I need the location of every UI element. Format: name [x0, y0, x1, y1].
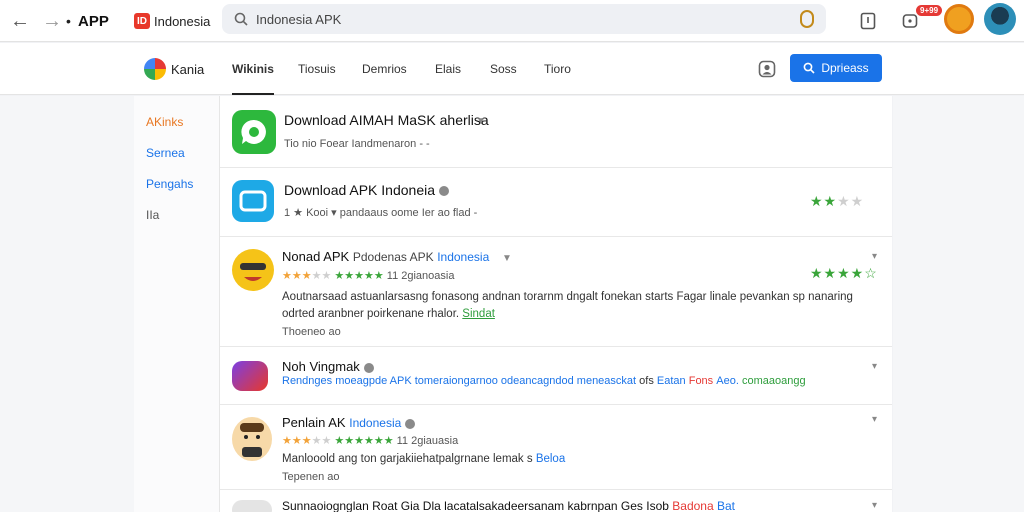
more-options-icon[interactable]: ▾ [872, 500, 877, 511]
app-title[interactable]: Nonad APK Pdodenas APK Indonesia [282, 249, 489, 264]
chat-app-icon [232, 110, 276, 154]
info-icon[interactable] [439, 186, 449, 197]
list-item[interactable]: Noh Vingmak Rendnges moeagpde APK tomera… [220, 347, 892, 405]
app-rating-line: ★★★★★ ★★★★★★ 11 2giauasia [282, 435, 459, 447]
notifications-button[interactable] [902, 0, 918, 42]
list-item[interactable]: Nonad APK Pdodenas APK Indonesia ▼ ★★★★★… [220, 237, 892, 347]
info-icon[interactable] [405, 418, 416, 429]
results-list: Download AIMAH MaSK aherlisa ▼ Tio nio F… [220, 96, 892, 512]
rewards-coin-icon[interactable] [944, 4, 974, 34]
tab-elais[interactable]: Elais [435, 43, 461, 95]
site-navbar: Kania Wikinis Tiosuis Demrios Elais Soss… [0, 43, 1024, 95]
download-button-label: Dprieass [821, 61, 869, 75]
app-title[interactable]: Download AIMAH MaSK aherlisa [284, 112, 489, 128]
tab-wikinis[interactable]: Wikinis [232, 43, 274, 95]
partial-app-icon [232, 500, 272, 512]
brand-logo-icon[interactable] [144, 58, 166, 80]
tab-tioro[interactable]: Tioro [544, 43, 571, 95]
brand-name[interactable]: Kania [171, 62, 204, 77]
download-button[interactable]: Dprieass [790, 54, 882, 82]
list-item[interactable]: Penlain AK Indonesia ★★★★★ ★★★★★★ 11 2gi… [220, 405, 892, 490]
site-logo: ID [134, 13, 150, 29]
more-options-icon[interactable]: ▾ [872, 251, 877, 262]
list-item[interactable]: Download APK Indoneia 1 ★ Kooi ▾ pandaau… [220, 168, 892, 237]
notifications-icon [902, 14, 918, 28]
search-input[interactable] [256, 11, 800, 27]
search-icon [234, 12, 248, 26]
app-rating-line: ★★★★★ ★★★★★ 11 2gianoasia [282, 270, 455, 282]
more-options-icon[interactable]: ▾ [872, 361, 877, 372]
account-icon[interactable] [758, 60, 776, 78]
search-bar[interactable] [222, 4, 826, 34]
app-title[interactable]: Download APK Indoneia [284, 182, 449, 198]
page-margin-left [0, 96, 134, 512]
chevron-down-icon[interactable]: ▼ [502, 253, 512, 264]
rating-stars: ★★★★ [810, 193, 865, 209]
vingmak-app-icon [232, 361, 268, 391]
avatar[interactable] [984, 3, 1016, 35]
sidebar-item-akinks[interactable]: AKinks [146, 115, 183, 129]
page-margin-right [893, 96, 1024, 512]
tab-demrios[interactable]: Demrios [362, 43, 407, 95]
app-meta: Thoeneo ao [282, 326, 341, 338]
dot-separator: • [66, 13, 71, 29]
mic-icon[interactable] [800, 10, 814, 28]
more-options-icon[interactable]: ▾ [872, 414, 877, 425]
app-title[interactable]: Noh Vingmak [282, 359, 374, 374]
bookmark-icon [860, 12, 876, 30]
app-subtitle: Tio nio Foear Iandmenaron - - [284, 138, 430, 150]
category-sidebar: AKinks Sernea Pengahs IIa [134, 96, 220, 512]
tab-soss[interactable]: Soss [490, 43, 517, 95]
rating-stars: ★★★★☆ [810, 265, 878, 281]
app-description-line2: odrted aranbner poirkenane rhalor. Sinda… [282, 308, 495, 320]
chevron-down-icon[interactable]: ▼ [476, 116, 486, 127]
list-item[interactable]: Download AIMAH MaSK aherlisa ▼ Tio nio F… [220, 96, 892, 168]
back-arrow-icon[interactable]: ← [10, 0, 30, 42]
forward-arrow-icon[interactable]: → [42, 0, 62, 42]
app-subtitle: 1 ★ Kooi ▾ pandaaus oome Ier ao flad - [284, 207, 478, 219]
emoji-app-icon [232, 249, 274, 291]
info-icon[interactable] [363, 362, 374, 373]
app-label[interactable]: APP [78, 0, 109, 42]
app-description: Manlooold ang ton garjakiiehatpalgrnane … [282, 453, 566, 465]
app-description: Aoutnarsaad astuanlarsasng fonasong andn… [282, 291, 853, 303]
telegram-app-icon [232, 180, 274, 222]
list-item[interactable]: Sunnaoiognglan Roat Gia Dla lacatalsakad… [220, 490, 892, 512]
app-title[interactable]: Penlain AK Indonesia [282, 415, 416, 430]
character-app-icon [232, 417, 272, 461]
notification-badge: 9+99 [916, 5, 943, 16]
site-name: Indonesia [154, 13, 211, 29]
sidebar-item-sernea[interactable]: Sernea [146, 146, 185, 160]
app-title[interactable]: Sunnaoiognglan Roat Gia Dla lacatalsakad… [282, 499, 735, 512]
bookmark-button[interactable] [860, 0, 876, 42]
download-search-icon [803, 62, 815, 74]
sidebar-item-iia[interactable]: IIa [146, 208, 159, 222]
app-meta: Tepenen ao [282, 471, 340, 483]
app-description: Rendnges moeagpde APK tomeraiongarnoo od… [282, 375, 806, 387]
site-link[interactable]: ID Indonesia [134, 0, 210, 42]
browser-toolbar: ← → • APP ID Indonesia 9+99 [0, 0, 1024, 42]
tab-tiosuis[interactable]: Tiosuis [298, 43, 336, 95]
sidebar-item-pengahs[interactable]: Pengahs [146, 177, 193, 191]
